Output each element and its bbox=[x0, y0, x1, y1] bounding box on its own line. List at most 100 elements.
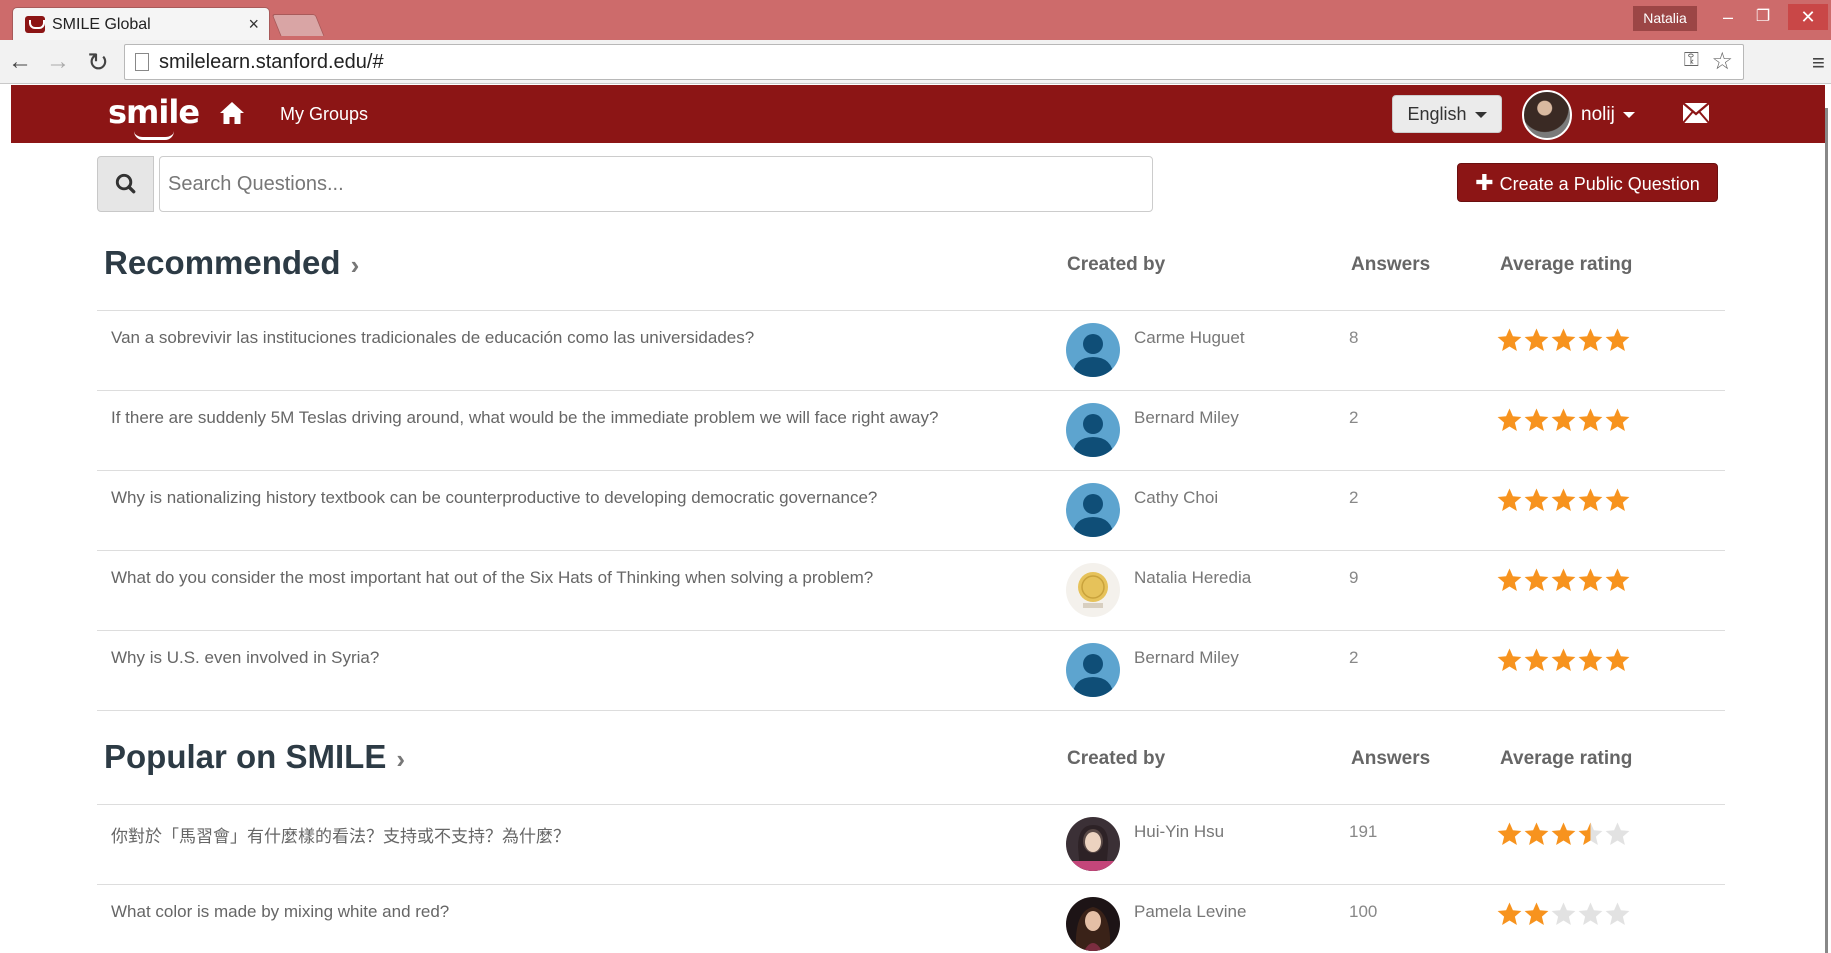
avatar[interactable] bbox=[1066, 323, 1120, 377]
star-icon bbox=[1578, 568, 1603, 591]
star-icon bbox=[1551, 568, 1576, 591]
question-link[interactable]: Van a sobrevivir las instituciones tradi… bbox=[111, 328, 754, 348]
create-public-question-button[interactable]: ✚ Create a Public Question bbox=[1457, 163, 1718, 202]
avatar[interactable] bbox=[1066, 563, 1120, 617]
star-icon bbox=[1524, 902, 1549, 925]
section-title-label: Recommended bbox=[104, 244, 341, 281]
section-header: Recommended › Created by Answers Average … bbox=[97, 232, 1725, 311]
author-name[interactable]: Bernard Miley bbox=[1134, 408, 1239, 428]
browser-tab[interactable]: SMILE Global × bbox=[12, 7, 270, 40]
popular-section: Popular on SMILE › Created by Answers Ave… bbox=[97, 726, 1725, 953]
section-title-label: Popular on SMILE bbox=[104, 738, 387, 775]
question-row[interactable]: Van a sobrevivir las instituciones tradi… bbox=[97, 311, 1725, 391]
question-link[interactable]: 你對於「馬習會」有什麼樣的看法？支持或不支持？為什麼？ bbox=[111, 822, 570, 847]
star-rating bbox=[1496, 407, 1631, 433]
question-link[interactable]: If there are suddenly 5M Teslas driving … bbox=[111, 408, 938, 428]
star-icon bbox=[1605, 648, 1630, 671]
question-row[interactable]: 你對於「馬習會」有什麼樣的看法？支持或不支持？為什麼？ Hui-Yin Hsu 19… bbox=[97, 805, 1725, 885]
browser-user-badge[interactable]: Natalia bbox=[1633, 6, 1697, 31]
star-icon bbox=[1497, 568, 1522, 591]
column-created-by: Created by bbox=[1067, 254, 1166, 275]
star-icon bbox=[1605, 328, 1630, 351]
user-menu[interactable]: nolij bbox=[1581, 104, 1635, 126]
star-icon bbox=[1551, 408, 1576, 431]
star-rating bbox=[1496, 327, 1631, 353]
browser-titlebar: SMILE Global × Natalia – ❐ ✕ bbox=[0, 0, 1831, 40]
question-row[interactable]: If there are suddenly 5M Teslas driving … bbox=[97, 391, 1725, 471]
avatar[interactable] bbox=[1522, 90, 1572, 140]
author-name[interactable]: Carme Huguet bbox=[1134, 328, 1245, 348]
scrollbar[interactable] bbox=[1825, 108, 1828, 953]
home-icon[interactable] bbox=[218, 99, 246, 127]
star-icon bbox=[1551, 902, 1576, 925]
star-icon bbox=[1524, 568, 1549, 591]
page-icon bbox=[135, 53, 149, 71]
star-icon bbox=[1551, 822, 1576, 845]
chevron-right-icon: › bbox=[396, 744, 406, 774]
star-rating bbox=[1496, 901, 1631, 927]
question-link[interactable]: Why is U.S. even involved in Syria? bbox=[111, 648, 379, 668]
question-link[interactable]: What do you consider the most important … bbox=[111, 568, 873, 588]
avatar[interactable] bbox=[1066, 817, 1120, 871]
avatar[interactable] bbox=[1066, 483, 1120, 537]
my-groups-link[interactable]: My Groups bbox=[280, 104, 368, 125]
search-icon bbox=[115, 173, 136, 194]
bookmark-star-icon[interactable]: ☆ bbox=[1711, 47, 1733, 76]
section-title[interactable]: Recommended › bbox=[104, 244, 359, 282]
question-row[interactable]: What do you consider the most important … bbox=[97, 551, 1725, 631]
avatar[interactable] bbox=[1066, 897, 1120, 951]
answer-count: 100 bbox=[1349, 902, 1378, 921]
reload-icon[interactable]: ↻ bbox=[84, 48, 112, 76]
chevron-down-icon bbox=[1622, 111, 1635, 118]
search-input[interactable] bbox=[159, 156, 1153, 212]
section-title[interactable]: Popular on SMILE › bbox=[104, 738, 405, 776]
column-answers: Answers bbox=[1351, 748, 1431, 769]
browser-menu-icon[interactable]: ≡ bbox=[1812, 50, 1825, 76]
avatar[interactable] bbox=[1066, 403, 1120, 457]
plus-icon: ✚ bbox=[1475, 170, 1494, 195]
app-navbar: smile My Groups English nolij bbox=[11, 85, 1825, 143]
avatar[interactable] bbox=[1066, 643, 1120, 697]
author-name[interactable]: Cathy Choi bbox=[1134, 488, 1218, 508]
star-icon bbox=[1497, 822, 1522, 845]
chevron-right-icon: › bbox=[350, 250, 360, 280]
author-name[interactable]: Pamela Levine bbox=[1134, 902, 1246, 922]
question-link[interactable]: Why is nationalizing history textbook ca… bbox=[111, 488, 877, 508]
new-tab-button[interactable] bbox=[271, 14, 325, 36]
search-button[interactable] bbox=[97, 156, 154, 212]
question-row[interactable]: Why is nationalizing history textbook ca… bbox=[97, 471, 1725, 551]
star-icon bbox=[1524, 328, 1549, 351]
mail-icon[interactable] bbox=[1683, 103, 1709, 123]
section-header: Popular on SMILE › Created by Answers Ave… bbox=[97, 726, 1725, 805]
star-icon bbox=[1605, 408, 1630, 431]
star-icon bbox=[1497, 488, 1522, 511]
browser-toolbar: ← → ↻ smilelearn.stanford.edu/# ⚿ ☆ ≡ bbox=[0, 40, 1831, 84]
smile-logo[interactable]: smile bbox=[108, 93, 200, 140]
star-rating bbox=[1496, 821, 1631, 847]
star-icon bbox=[1551, 328, 1576, 351]
answer-count: 191 bbox=[1349, 822, 1378, 841]
column-average-rating: Average rating bbox=[1500, 254, 1633, 275]
tab-close-icon[interactable]: × bbox=[248, 14, 259, 34]
author-name[interactable]: Hui-Yin Hsu bbox=[1134, 822, 1224, 842]
author-name[interactable]: Bernard Miley bbox=[1134, 648, 1239, 668]
back-arrow-icon[interactable]: ← bbox=[6, 48, 34, 76]
address-bar[interactable]: smilelearn.stanford.edu/# ⚿ ☆ bbox=[124, 44, 1744, 80]
question-row[interactable]: Why is U.S. even involved in Syria? Berna… bbox=[97, 631, 1725, 711]
language-dropdown[interactable]: English bbox=[1392, 95, 1502, 133]
star-icon bbox=[1578, 822, 1603, 845]
minimize-icon[interactable]: – bbox=[1713, 4, 1743, 30]
forward-arrow-icon[interactable]: → bbox=[44, 48, 72, 76]
window-close-icon[interactable]: ✕ bbox=[1788, 4, 1828, 30]
star-rating bbox=[1496, 567, 1631, 593]
author-name[interactable]: Natalia Heredia bbox=[1134, 568, 1251, 588]
url-text[interactable]: smilelearn.stanford.edu/# bbox=[159, 51, 384, 74]
key-icon[interactable]: ⚿ bbox=[1684, 49, 1699, 72]
maximize-icon[interactable]: ❐ bbox=[1748, 4, 1778, 30]
question-link[interactable]: What color is made by mixing white and r… bbox=[111, 902, 449, 922]
star-icon bbox=[1524, 648, 1549, 671]
star-icon bbox=[1551, 488, 1576, 511]
username-label: nolij bbox=[1581, 104, 1615, 125]
question-row[interactable]: What color is made by mixing white and r… bbox=[97, 885, 1725, 953]
smile-favicon-icon bbox=[25, 16, 45, 33]
